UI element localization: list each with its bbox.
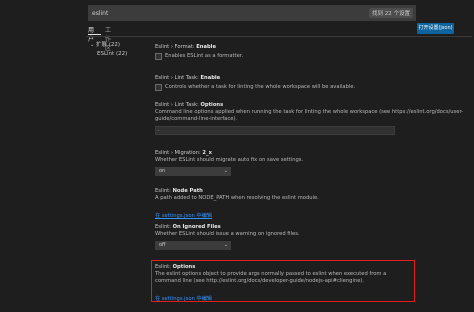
setting-description: A path added to NODE_PATH when resolving… xyxy=(155,195,319,201)
setting-description: Whether ESLint should issue a warning on… xyxy=(155,231,300,237)
select-value: on xyxy=(159,168,166,174)
settings-toc-tree: ⌄ 扩展 (22) ESLint (22) xyxy=(90,41,150,59)
setting-node-path: Eslint: Node Path A path added to NODE_P… xyxy=(155,188,467,221)
settings-search-box[interactable]: 找到 22 个设置 xyxy=(88,5,416,21)
open-settings-json-button[interactable]: 打开设置(json) xyxy=(417,23,454,34)
setting-linttask-options: Eslint › Lint Task: Options Command line… xyxy=(155,102,467,135)
setting-format-enable: Eslint › Format: Enable Enables ESLint a… xyxy=(155,44,467,60)
edit-in-settings-json-link[interactable]: 在 settings.json 中编辑 xyxy=(155,212,212,220)
setting-description: Whether ESLint should migrate auto fix o… xyxy=(155,157,304,163)
setting-linttask-enable: Eslint › Lint Task: Enable Controls whet… xyxy=(155,75,467,91)
setting-on-ignored-files: Eslint: On Ignored Files Whether ESLint … xyxy=(155,224,467,250)
settings-search-input[interactable] xyxy=(92,7,292,19)
checkbox-label: Controls whether a task for linting the … xyxy=(165,84,356,90)
setting-checkbox[interactable] xyxy=(155,84,162,91)
select-value: off xyxy=(159,242,166,248)
setting-text-input[interactable]: . xyxy=(155,126,395,135)
tree-item-eslint[interactable]: ESLint (22) xyxy=(90,50,150,59)
tree-item-label: 扩展 (22) xyxy=(96,42,121,48)
annotation-highlight-box xyxy=(151,260,415,302)
setting-title: Eslint › Migration: 2_x xyxy=(155,150,212,156)
search-result-count: 找到 22 个设置 xyxy=(369,8,413,18)
setting-checkbox[interactable] xyxy=(155,53,162,60)
header-divider xyxy=(86,36,472,37)
setting-title: Eslint › Lint Task: Enable xyxy=(155,75,221,81)
setting-select[interactable]: on ⌄ xyxy=(155,167,231,176)
active-tab-indicator xyxy=(88,34,101,35)
setting-title: Eslint: On Ignored Files xyxy=(155,224,221,230)
chevron-down-icon: ⌄ xyxy=(223,168,228,174)
checkbox-label: Enables ESLint as a formatter. xyxy=(165,53,244,59)
setting-select[interactable]: off ⌄ xyxy=(155,241,231,250)
setting-title: Eslint: Node Path xyxy=(155,188,203,194)
setting-description: Command line options applied when runnin… xyxy=(155,109,464,122)
tree-item-extensions[interactable]: ⌄ 扩展 (22) xyxy=(90,41,150,50)
setting-migration-2x: Eslint › Migration: 2_x Whether ESLint s… xyxy=(155,150,467,176)
setting-title: Eslint › Format: Enable xyxy=(155,44,216,50)
chevron-down-icon: ⌄ xyxy=(223,242,228,248)
setting-title: Eslint › Lint Task: Options xyxy=(155,102,224,108)
